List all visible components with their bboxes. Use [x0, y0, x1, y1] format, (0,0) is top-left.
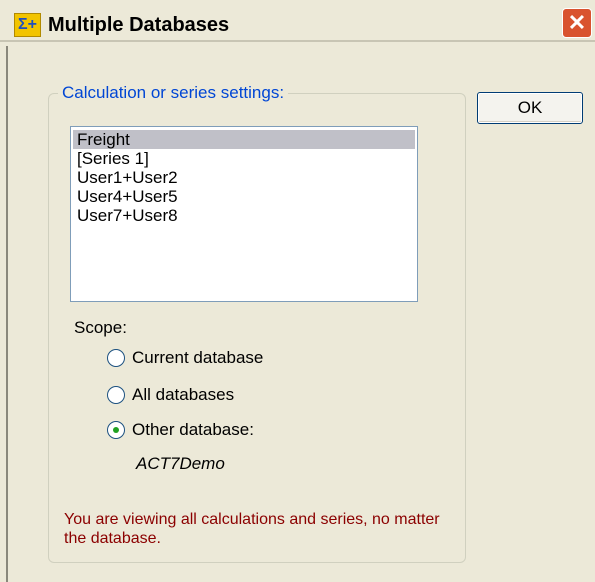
list-item[interactable]: User1+User2 — [73, 168, 415, 187]
window-left-edge — [6, 46, 8, 582]
ok-button[interactable]: OK — [477, 92, 583, 124]
settings-listbox[interactable]: Freight [Series 1] User1+User2 User4+Use… — [70, 126, 418, 302]
window-title: Multiple Databases — [48, 14, 230, 36]
groupbox-legend: Calculation or series settings: — [58, 82, 289, 104]
radio-label-other-database[interactable]: Other database: — [132, 420, 254, 440]
info-note: You are viewing all calculations and ser… — [64, 511, 440, 547]
title-divider — [0, 40, 595, 42]
radio-current-database[interactable] — [107, 349, 125, 367]
radio-other-database[interactable] — [107, 421, 125, 439]
other-database-name: ACT7Demo — [136, 454, 225, 473]
radio-label-all-databases[interactable]: All databases — [132, 385, 234, 405]
radio-label-current-database[interactable]: Current database — [132, 348, 263, 368]
close-button[interactable]: ✕ — [562, 8, 592, 38]
list-item[interactable]: [Series 1] — [73, 149, 415, 168]
radio-all-databases[interactable] — [107, 386, 125, 404]
sigma-plus-icon: Σ+ — [14, 13, 41, 37]
list-item[interactable]: User7+User8 — [73, 206, 415, 225]
list-item[interactable]: Freight — [73, 130, 415, 149]
scope-label: Scope: — [74, 318, 127, 337]
list-item[interactable]: User4+User5 — [73, 187, 415, 206]
radio-selected-dot — [113, 427, 119, 433]
title-bar: Σ+ Multiple Databases ✕ — [0, 0, 595, 40]
